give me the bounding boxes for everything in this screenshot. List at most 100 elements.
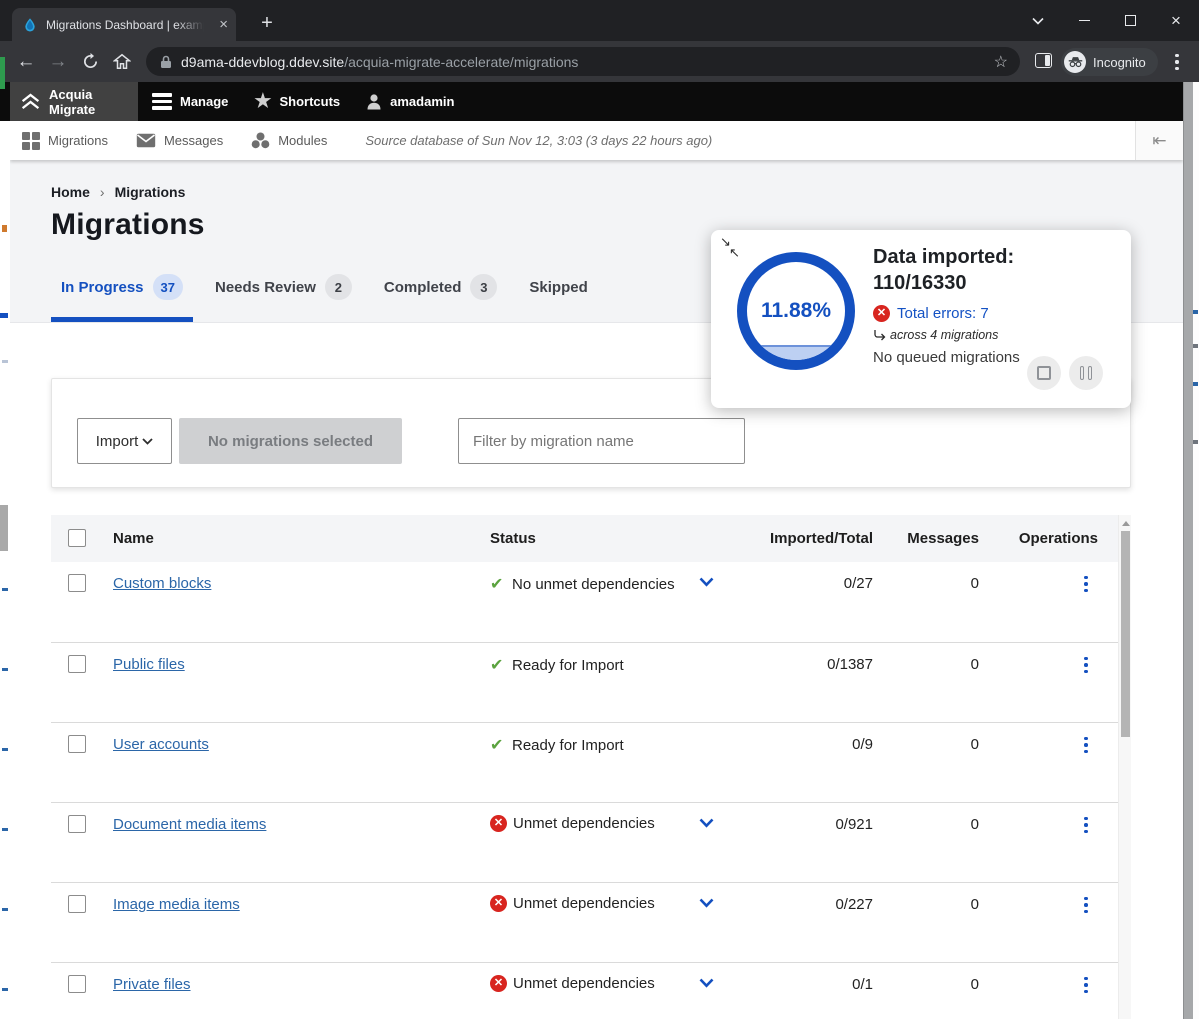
kebab-menu-icon[interactable]: [1079, 654, 1093, 676]
window-close-button[interactable]: ×: [1153, 0, 1199, 41]
toolbar-item-modules[interactable]: Modules: [251, 132, 327, 149]
breadcrumb-home-link[interactable]: Home: [51, 184, 90, 200]
tab-completed[interactable]: Completed3: [374, 274, 508, 322]
screenshot-root: Migrations Dashboard | example × + × ← →: [0, 0, 1199, 1019]
reload-button[interactable]: [74, 46, 106, 78]
pause-button[interactable]: [1069, 356, 1103, 390]
toolbar-item-messages[interactable]: Messages: [136, 133, 223, 148]
chevron-down-icon[interactable]: [699, 978, 714, 988]
tab-close-icon[interactable]: ×: [219, 17, 228, 32]
chevron-down-icon[interactable]: [699, 577, 714, 587]
status-text: Ready for Import: [512, 657, 624, 674]
bookmark-star-icon[interactable]: ☆: [994, 52, 1008, 72]
imported-total: 0/9: [713, 736, 873, 753]
messages-count: 0: [899, 575, 979, 592]
import-dropdown-button[interactable]: Import: [77, 418, 172, 464]
collapse-card-icon[interactable]: ↖: [729, 245, 740, 261]
window-maximize-button[interactable]: [1107, 0, 1153, 41]
table-body: Custom blocks ✔ ✕ No unmet dependencies …: [51, 562, 1131, 1019]
kebab-menu-icon[interactable]: [1079, 734, 1093, 756]
row-checkbox[interactable]: [68, 895, 86, 913]
table-row: Private files ✔ ✕ Unmet dependencies 0/1…: [51, 962, 1131, 1019]
filter-input[interactable]: [458, 418, 745, 464]
page-title: Migrations: [51, 208, 205, 242]
migration-status: ✔ ✕ Ready for Import: [490, 655, 624, 675]
user-icon: [366, 93, 382, 110]
window-minimize-button[interactable]: [1061, 0, 1107, 41]
row-checkbox[interactable]: [68, 574, 86, 592]
kebab-menu-icon[interactable]: [1079, 894, 1093, 916]
side-panel-icon[interactable]: [1035, 53, 1052, 68]
messages-count: 0: [899, 976, 979, 993]
total-errors-link[interactable]: Total errors: 7: [897, 305, 989, 322]
migration-name-link[interactable]: User accounts: [113, 736, 209, 753]
toolbar-item-user[interactable]: amadamin: [366, 82, 454, 121]
migration-name-link[interactable]: Custom blocks: [113, 575, 211, 592]
toolbar-item-shortcuts[interactable]: ★ Shortcuts: [254, 82, 340, 121]
select-all-checkbox[interactable]: [68, 529, 86, 547]
imported-total: 0/1: [713, 976, 873, 993]
tab-in-progress[interactable]: In Progress37: [51, 274, 193, 322]
kebab-menu-icon[interactable]: [1079, 814, 1093, 836]
browser-scrollbar[interactable]: [1183, 82, 1193, 1019]
tab-skipped[interactable]: Skipped: [519, 274, 597, 322]
tab-title: Migrations Dashboard | example: [46, 18, 204, 32]
row-checkbox[interactable]: [68, 815, 86, 833]
migration-status: ✔ ✕ No unmet dependencies: [490, 574, 675, 594]
address-bar[interactable]: d9ama-ddevblog.ddev.site/acquia-migrate-…: [146, 47, 1020, 76]
secondary-toolbar: Migrations Messages Modules Source datab…: [10, 121, 1183, 160]
migration-name-link[interactable]: Document media items: [113, 816, 266, 833]
messages-count: 0: [899, 896, 979, 913]
hook-arrow-icon: [873, 330, 886, 341]
back-button[interactable]: ←: [10, 46, 42, 78]
stop-button[interactable]: [1027, 356, 1061, 390]
acquia-migrate-brand[interactable]: Acquia Migrate: [10, 82, 138, 121]
migration-status: ✔ ✕ Ready for Import: [490, 735, 624, 755]
browser-tab[interactable]: Migrations Dashboard | example ×: [12, 8, 236, 41]
column-header-imported: Imported/Total: [713, 530, 873, 547]
tab-needs-review[interactable]: Needs Review2: [205, 274, 362, 322]
incognito-badge: Incognito: [1061, 48, 1158, 76]
migration-status: ✔ ✕ Unmet dependencies: [490, 895, 655, 912]
url-text: d9ama-ddevblog.ddev.site/acquia-migrate-…: [181, 54, 994, 70]
home-button[interactable]: [106, 46, 138, 78]
scrollbar-thumb[interactable]: [1121, 531, 1130, 737]
browser-toolbar: ← → d9ama-ddevblog.ddev.site/acquia-migr…: [0, 41, 1199, 82]
tab-search-icon[interactable]: [1015, 0, 1061, 41]
kebab-menu-icon[interactable]: [1079, 573, 1093, 595]
kebab-menu-icon[interactable]: [1079, 974, 1093, 996]
toolbar-item-migrations[interactable]: Migrations: [22, 132, 108, 150]
forward-button[interactable]: →: [42, 46, 74, 78]
hamburger-icon: [152, 93, 172, 110]
status-ok-icon: ✔: [490, 735, 512, 755]
migration-name-link[interactable]: Private files: [113, 976, 191, 993]
status-text: Unmet dependencies: [513, 815, 655, 832]
row-checkbox[interactable]: [68, 655, 86, 673]
migration-status: ✔ ✕ Unmet dependencies: [490, 975, 655, 992]
toolbar-item-manage[interactable]: Manage: [152, 82, 228, 121]
tab-count-badge: 37: [153, 274, 183, 300]
scroll-up-arrow-icon[interactable]: [1122, 521, 1130, 526]
table-scrollbar[interactable]: [1118, 515, 1131, 1019]
migration-name-link[interactable]: Public files: [113, 656, 185, 673]
migration-status: ✔ ✕ Unmet dependencies: [490, 815, 655, 832]
progress-ring: 11.88%: [737, 252, 855, 370]
status-ok-icon: ✔: [490, 655, 512, 675]
chevron-down-icon[interactable]: [699, 818, 714, 828]
status-text: Unmet dependencies: [513, 975, 655, 992]
row-checkbox[interactable]: [68, 735, 86, 753]
row-checkbox[interactable]: [68, 975, 86, 993]
admin-toolbar: Acquia Migrate Manage ★ Shortcuts amadam…: [10, 82, 1183, 121]
migration-name-link[interactable]: Image media items: [113, 896, 240, 913]
chevron-down-icon[interactable]: [699, 898, 714, 908]
table-row: Document media items ✔ ✕ Unmet dependenc…: [51, 802, 1131, 882]
status-text: Ready for Import: [512, 737, 624, 754]
messages-count: 0: [899, 816, 979, 833]
new-tab-button[interactable]: +: [252, 8, 282, 38]
drupal-favicon-icon: [22, 17, 38, 33]
tab-count-badge: 2: [325, 274, 352, 300]
progress-fill: [747, 345, 845, 360]
collapse-toolbar-icon[interactable]: ⇤: [1135, 121, 1183, 160]
migrations-table: Name Status Imported/Total Messages Oper…: [51, 515, 1131, 1019]
browser-menu-icon[interactable]: [1173, 52, 1181, 72]
